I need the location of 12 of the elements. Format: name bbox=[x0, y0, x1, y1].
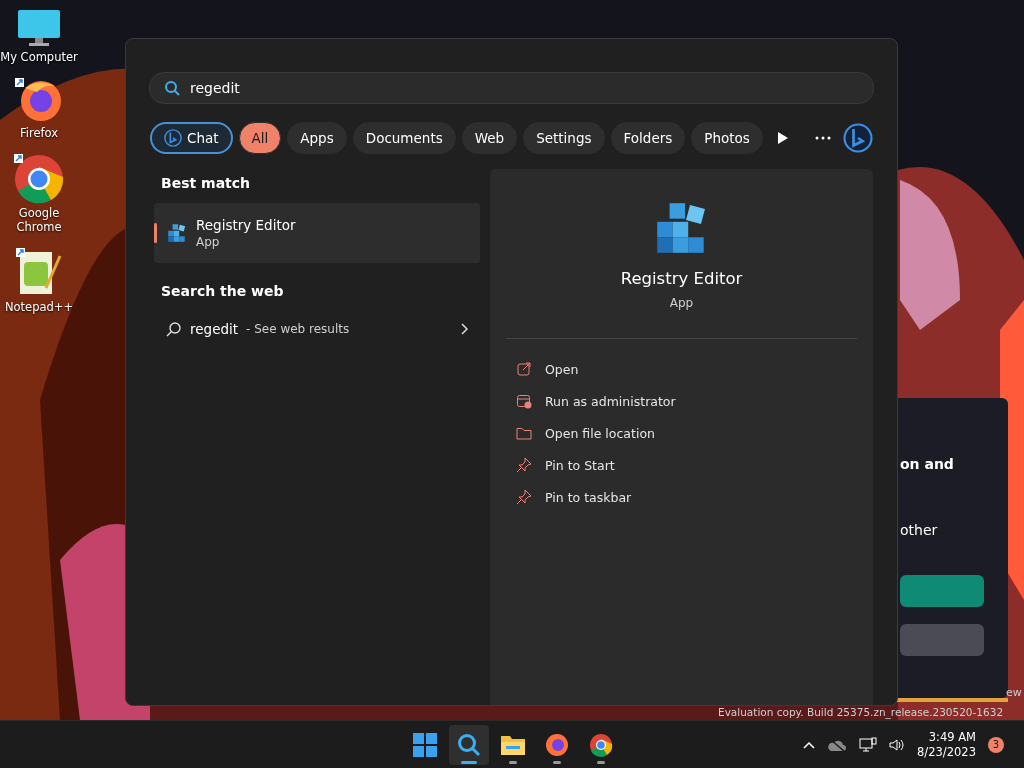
notification-badge[interactable]: 3 bbox=[988, 736, 1004, 753]
speaker-icon[interactable] bbox=[889, 737, 906, 752]
clock[interactable]: 3:49 AM 8/23/2023 bbox=[917, 729, 976, 760]
search-icon bbox=[457, 733, 481, 757]
cloud-off-icon[interactable] bbox=[827, 737, 848, 752]
folder-icon bbox=[500, 734, 526, 756]
taskbar-button[interactable] bbox=[449, 725, 489, 765]
network-icon[interactable] bbox=[859, 736, 878, 753]
chrome-icon bbox=[589, 733, 613, 757]
windows-logo-icon bbox=[413, 733, 437, 757]
firefox-icon bbox=[545, 733, 569, 757]
chevron-up-icon[interactable] bbox=[803, 740, 816, 749]
